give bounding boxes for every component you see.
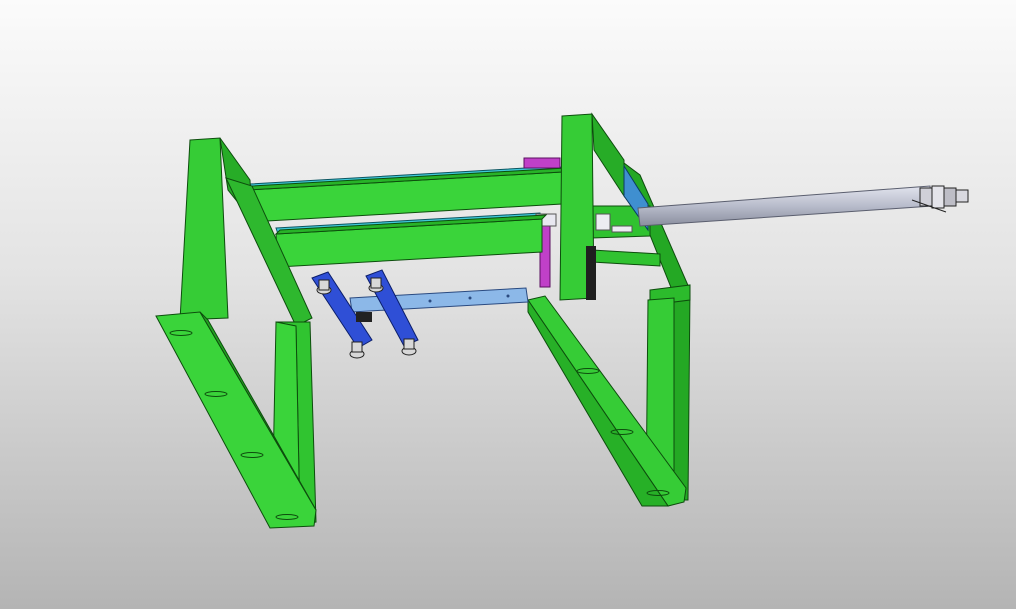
cad-model [155, 112, 969, 529]
pneumatic-cylinder [595, 164, 969, 233]
cylinder-tube [637, 185, 933, 227]
valve-block [356, 312, 372, 322]
left-post [179, 137, 229, 321]
cylinder-fitting [911, 185, 969, 213]
vacuum-gripper [311, 269, 419, 359]
cad-viewport[interactable] [0, 0, 1016, 609]
